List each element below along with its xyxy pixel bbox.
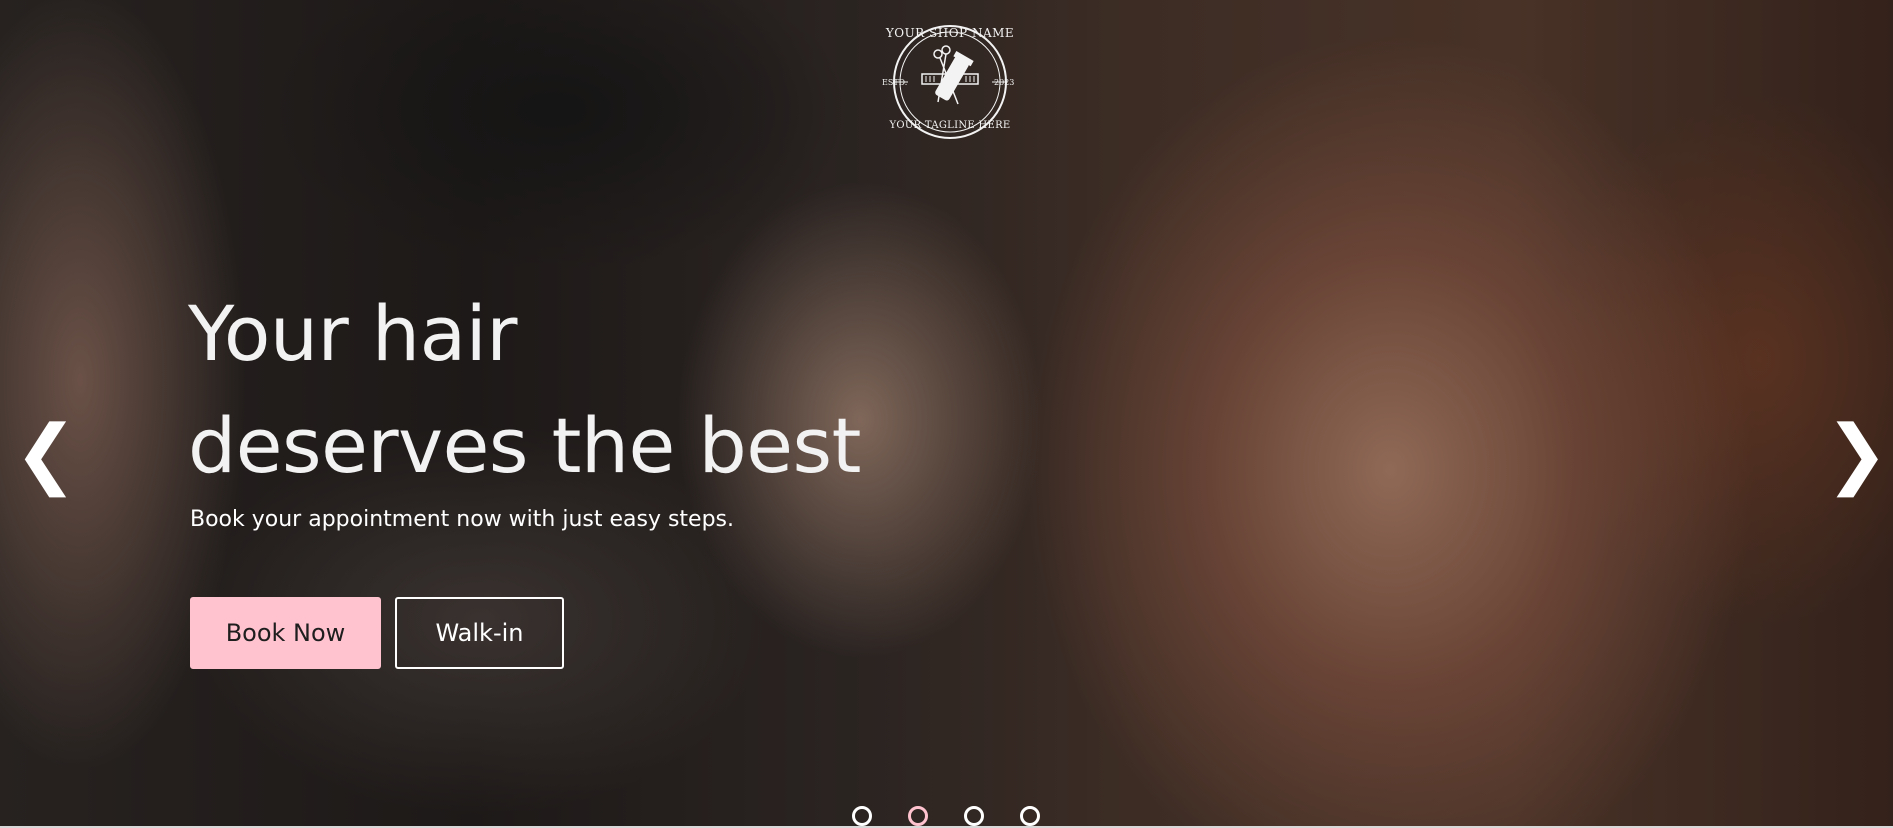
hero-headline-line-1: Your hair (188, 289, 518, 378)
slide-indicator-2[interactable] (908, 806, 928, 826)
next-slide-chevron-icon[interactable]: ❯ (1825, 408, 1889, 498)
slide-indicator-3[interactable] (964, 806, 984, 826)
book-now-button[interactable]: Book Now (190, 597, 381, 669)
slide-indicator-1[interactable] (852, 806, 872, 826)
carousel-indicators (852, 806, 1040, 826)
logo-estd-label: ESTD. (882, 78, 908, 87)
hero-headline-line-2: deserves the best (188, 401, 861, 490)
shop-logo[interactable]: YOUR SHOP NAME ESTD. 2023 YOUR TAGLINE H… (880, 22, 1020, 142)
logo-shop-name: YOUR SHOP NAME (885, 26, 1015, 40)
hero-headline: Your hair deserves the best (188, 278, 861, 502)
walk-in-button[interactable]: Walk-in (395, 597, 564, 669)
logo-tagline: YOUR TAGLINE HERE (889, 120, 1011, 131)
slide-indicator-4[interactable] (1020, 806, 1040, 826)
logo-year: 2023 (994, 78, 1015, 87)
hero-subtitle: Book your appointment now with just easy… (190, 507, 735, 532)
hero-slider: YOUR SHOP NAME ESTD. 2023 YOUR TAGLINE H… (0, 0, 1893, 826)
previous-slide-chevron-icon[interactable]: ❮ (14, 408, 78, 498)
